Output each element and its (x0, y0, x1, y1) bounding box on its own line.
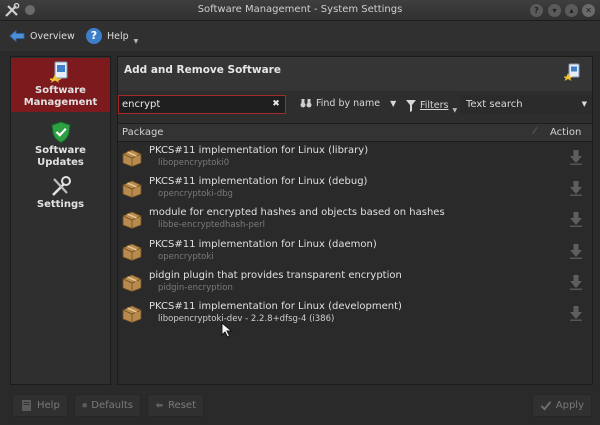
search-input[interactable] (118, 95, 286, 114)
install-arrow-icon[interactable] (569, 180, 583, 197)
package-name: libbe-encryptedhash-perl (158, 220, 265, 231)
package-icon (122, 149, 142, 167)
table-row[interactable]: pidgin plugin that provides transparent … (118, 268, 592, 299)
package-summary: module for encrypted hashes and objects … (149, 207, 445, 219)
chevron-down-icon: ▼ (390, 98, 397, 108)
tools-icon (51, 176, 71, 196)
install-arrow-icon[interactable] (569, 243, 583, 259)
install-arrow-icon[interactable] (569, 149, 583, 165)
panel-header: Add and Remove Software (118, 57, 592, 91)
chevron-down-icon: ▼ (581, 100, 587, 108)
package-summary: pidgin plugin that provides transparent … (149, 269, 402, 281)
window-maximize-button[interactable]: ▴ (565, 4, 578, 17)
table-header: Package ⁄ Action (118, 124, 592, 142)
mouse-cursor-icon (221, 322, 233, 338)
package-icon (122, 211, 142, 230)
apply-button-label: Apply (555, 400, 584, 411)
sidebar-item-label: Software (35, 85, 86, 96)
table-row[interactable]: PKCS#11 implementation for Linux (develo… (118, 299, 592, 330)
search-mode-value: Text search (466, 99, 523, 110)
install-arrow-icon[interactable] (569, 211, 583, 228)
help-icon (22, 400, 31, 411)
package-name: pidgin-encryption (158, 282, 233, 293)
install-arrow-icon[interactable] (569, 274, 583, 290)
table-row[interactable]: PKCS#11 implementation for Linux (debug)… (118, 174, 592, 205)
package-name: opencryptoki-dbg (158, 189, 233, 200)
window-minimize-button[interactable]: ▾ (548, 4, 561, 17)
reset-icon (155, 402, 163, 408)
table-row[interactable]: PKCS#11 implementation for Linux (librar… (118, 143, 592, 174)
package-icon (122, 180, 142, 199)
help-button-label: Help (37, 400, 60, 411)
sidebar-item-label: Software (35, 145, 86, 156)
clear-search-icon[interactable]: ✖ (270, 98, 282, 110)
page-title: Add and Remove Software (124, 64, 281, 76)
software-management-icon (564, 63, 580, 81)
column-header-action[interactable]: Action (550, 127, 581, 138)
overview-button[interactable]: Overview (9, 25, 75, 47)
chevron-down-icon: ▼ (133, 37, 139, 45)
sidebar: Software Management Software Updates Set… (10, 56, 111, 385)
checkmark-icon (540, 401, 552, 411)
sidebar-item-label: Settings (36, 199, 85, 210)
filter-icon (406, 99, 416, 112)
sidebar-item-label: Updates (37, 157, 84, 168)
sidebar-item-software-updates[interactable]: Software Updates (11, 121, 110, 171)
back-arrow-icon (9, 29, 25, 43)
sidebar-item-settings[interactable]: Settings (11, 175, 110, 215)
package-icon (122, 305, 142, 323)
window-title: Software Management - System Settings (197, 4, 403, 15)
package-name: libopencryptoki-dev - 2.2.8+dfsg-4 (i386… (158, 314, 335, 324)
reset-button[interactable]: Reset (147, 394, 204, 417)
overview-label: Overview (30, 30, 75, 42)
help-button[interactable]: Help (12, 394, 68, 417)
package-summary: PKCS#11 implementation for Linux (develo… (149, 301, 402, 312)
find-by-label: Find by name (316, 97, 381, 109)
column-header-package[interactable]: Package (122, 127, 163, 138)
window-close-button[interactable]: ✕ (582, 4, 595, 17)
apply-button[interactable]: Apply (532, 394, 592, 417)
table-row[interactable]: PKCS#11 implementation for Linux (daemon… (118, 237, 592, 268)
install-arrow-icon[interactable] (569, 305, 583, 321)
table-row[interactable]: module for encrypted hashes and objects … (118, 205, 592, 236)
defaults-button-label: Defaults (91, 400, 133, 411)
search-mode-select[interactable]: Text search ▼ (460, 95, 592, 114)
reset-button-label: Reset (168, 400, 196, 411)
toolbar-help-label: Help (107, 30, 129, 42)
package-icon (122, 274, 142, 292)
package-summary: PKCS#11 implementation for Linux (librar… (149, 145, 369, 156)
toolbar-help-button[interactable]: ? Help ▼ (86, 25, 138, 47)
sort-indicator-icon: ⁄ (534, 127, 536, 137)
main-panel: Add and Remove Software ✖ Find by name ▼… (117, 56, 593, 385)
package-table: Package ⁄ Action PKCS#11 implementation … (118, 123, 592, 384)
defaults-icon (82, 403, 87, 408)
chevron-down-icon: ▼ (452, 107, 458, 114)
package-summary: PKCS#11 implementation for Linux (daemon… (149, 238, 377, 250)
package-name: opencryptoki (158, 251, 214, 262)
filters-label: Filters (420, 100, 449, 111)
toolbar: Overview ? Help ▼ (0, 21, 600, 51)
package-icon (122, 243, 142, 261)
shield-check-icon (50, 121, 71, 143)
sidebar-item-label: Management (23, 97, 98, 108)
window-titlebar: Software Management - System Settings ? … (0, 0, 600, 21)
window-help-button[interactable]: ? (530, 4, 543, 17)
filters-button[interactable]: Filters ▼ (406, 97, 457, 114)
software-management-icon (49, 61, 67, 83)
defaults-button[interactable]: Defaults (74, 394, 141, 417)
sidebar-item-software-management[interactable]: Software Management (11, 58, 110, 112)
binoculars-icon (300, 99, 312, 108)
package-summary: PKCS#11 implementation for Linux (debug) (149, 176, 368, 188)
package-name: libopencryptoki0 (158, 158, 230, 168)
button-bar: Help Defaults Reset Apply (0, 392, 600, 425)
find-by-button[interactable]: Find by name ▼ (300, 97, 396, 109)
help-icon: ? (86, 28, 102, 44)
